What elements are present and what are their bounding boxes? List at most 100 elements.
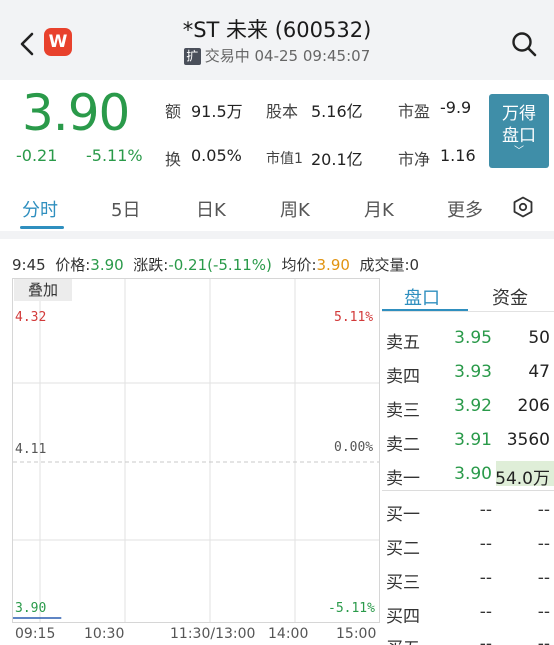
ask-price: 3.93 xyxy=(454,362,492,382)
info-time: 9:45 xyxy=(12,256,46,274)
chart-frame xyxy=(12,278,380,623)
price-change-pct: -5.11% xyxy=(86,146,143,165)
tab-daily-k[interactable]: 日K xyxy=(196,196,226,222)
info-price-label: 价格: xyxy=(55,256,91,274)
stat-value-pe: -9.9 xyxy=(440,98,472,117)
info-volume-label: 成交量: xyxy=(359,256,410,274)
ask-price: 3.92 xyxy=(454,396,492,416)
search-icon[interactable] xyxy=(508,28,540,60)
ask-label: 卖二 xyxy=(386,435,420,455)
x-label-1030: 10:30 xyxy=(84,626,125,642)
bid-row-2: 买二 -- -- xyxy=(382,528,554,562)
active-tab-indicator xyxy=(20,226,64,229)
ask-label: 卖五 xyxy=(386,333,420,353)
bid-row-4: 买四 -- -- xyxy=(382,596,554,630)
expand-tag[interactable]: 扩 xyxy=(183,48,201,65)
ask-row-1: 卖一 3.90 54.0万 xyxy=(382,458,554,492)
tab-monthly-k[interactable]: 月K xyxy=(364,196,394,222)
y-right-high: 5.11% xyxy=(334,310,374,325)
x-label-close: 15:00 xyxy=(336,626,377,642)
current-price: 3.90 xyxy=(22,84,130,142)
info-change-label: 涨跌: xyxy=(133,256,169,274)
y-left-high: 4.32 xyxy=(15,310,47,325)
stock-title: *ST 未来 (600532) xyxy=(182,18,372,42)
wande-label-line1: 万得 xyxy=(502,104,536,124)
bid-row-5: 买五 -- -- xyxy=(382,628,554,645)
stat-label-turnover: 换 xyxy=(165,150,182,169)
ask-volume: 50 xyxy=(528,328,550,348)
wande-orderbook-button[interactable]: 万得 盘口 ﹀ xyxy=(489,94,549,168)
chart-grid xyxy=(13,279,379,622)
bid-volume: -- xyxy=(537,634,550,645)
top-bar: W *ST 未来 (600532) 扩交易中 04-25 09:45:07 xyxy=(0,0,554,80)
bid-label: 买五 xyxy=(386,634,420,645)
stat-value-pb: 1.16 xyxy=(440,146,476,165)
chart-tabs: 分时 5日 日K 周K 月K 更多 xyxy=(0,190,554,230)
stat-label-pe: 市盈 xyxy=(398,102,431,121)
info-price: 3.90 xyxy=(90,256,124,274)
ask-row-2: 卖二 3.91 3560 xyxy=(382,424,554,458)
tab-5day[interactable]: 5日 xyxy=(111,196,140,222)
tab-capital-flow[interactable]: 资金 xyxy=(492,284,528,310)
y-right-mid: 0.00% xyxy=(334,440,374,455)
bid-label: 买一 xyxy=(386,505,420,525)
ask-label: 卖四 xyxy=(386,367,420,387)
ask-label: 卖一 xyxy=(386,469,420,489)
ask-row-5: 卖五 3.95 50 xyxy=(382,322,554,356)
intraday-chart[interactable] xyxy=(12,278,380,623)
bid-price: -- xyxy=(479,634,492,645)
trading-status: 扩交易中 04-25 09:45:07 xyxy=(0,45,554,66)
ask-row-4: 卖四 3.93 47 xyxy=(382,356,554,390)
stat-label-pb: 市净 xyxy=(398,150,431,169)
stat-value-amount: 91.5万 xyxy=(191,102,243,121)
ask-price: 3.90 xyxy=(454,464,492,484)
bid-volume: -- xyxy=(537,568,550,588)
stat-value-turnover: 0.05% xyxy=(191,146,242,165)
ask-label: 卖三 xyxy=(386,401,420,421)
ask-volume: 206 xyxy=(517,396,550,416)
y-left-low: 3.90 xyxy=(15,601,47,616)
info-avg: 3.90 xyxy=(316,256,350,274)
trading-status-text: 交易中 04-25 09:45:07 xyxy=(204,47,371,65)
tab-weekly-k[interactable]: 周K xyxy=(280,196,310,222)
x-label-open: 09:15 xyxy=(15,626,56,642)
chevron-down-icon: ﹀ xyxy=(514,146,524,157)
info-change: -0.21(-5.11%) xyxy=(168,256,272,274)
bid-row-3: 买三 -- -- xyxy=(382,562,554,596)
ask-volume: 54.0万 xyxy=(495,469,550,489)
ask-volume: 3560 xyxy=(506,430,550,450)
bid-label: 买四 xyxy=(386,607,420,627)
ask-price: 3.91 xyxy=(454,430,492,450)
bid-price: -- xyxy=(479,602,492,622)
y-right-low: -5.11% xyxy=(328,601,375,616)
tab-more[interactable]: 更多 xyxy=(447,196,483,222)
tab-orderbook[interactable]: 盘口 xyxy=(404,284,440,310)
bid-price: -- xyxy=(479,568,492,588)
info-avg-label: 均价: xyxy=(281,256,317,274)
section-divider xyxy=(0,231,554,239)
settings-hexagon-icon[interactable] xyxy=(512,196,534,218)
ask-volume: 47 xyxy=(528,362,550,382)
overlay-button[interactable]: 叠加 xyxy=(14,279,72,301)
bid-price: -- xyxy=(479,500,492,520)
orderbook-tabs: 盘口 资金 xyxy=(382,280,554,312)
bid-volume: -- xyxy=(537,534,550,554)
stat-value-market-cap: 20.1亿 xyxy=(311,150,363,169)
ask-row-3: 卖三 3.92 206 xyxy=(382,390,554,424)
bid-ask-divider xyxy=(382,490,554,491)
bid-volume: -- xyxy=(537,602,550,622)
stat-value-share-capital: 5.16亿 xyxy=(311,102,363,121)
ask-price: 3.95 xyxy=(454,328,492,348)
bid-volume: -- xyxy=(537,500,550,520)
wande-label-line2: 盘口 xyxy=(502,126,536,146)
stat-label-market-cap: 市值1 xyxy=(266,151,303,167)
bid-price: -- xyxy=(479,534,492,554)
tab-intraday[interactable]: 分时 xyxy=(22,196,58,222)
stat-label-amount: 额 xyxy=(165,102,182,121)
bid-label: 买二 xyxy=(386,539,420,559)
info-volume: 0 xyxy=(409,256,420,274)
y-left-mid: 4.11 xyxy=(15,442,47,457)
orderbook-tab-divider xyxy=(382,311,554,312)
x-label-1400: 14:00 xyxy=(268,626,309,642)
x-label-midday: 11:30/13:00 xyxy=(170,626,256,642)
